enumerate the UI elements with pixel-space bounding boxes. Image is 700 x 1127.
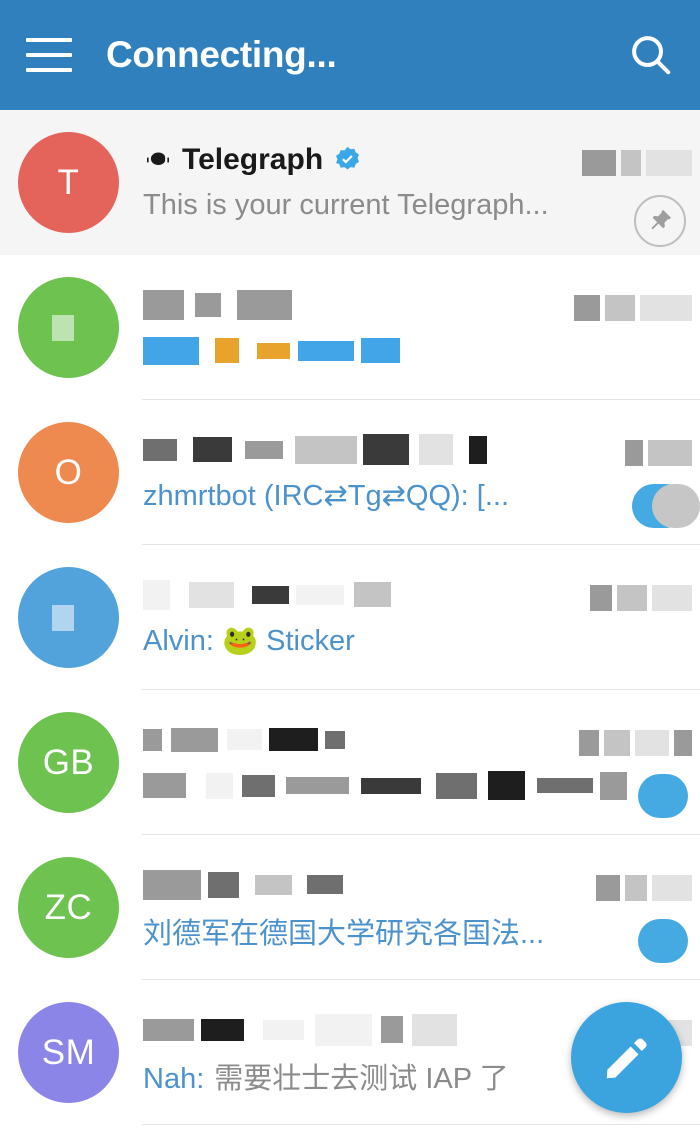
chat-list-item[interactable]: Alvin: 🐸 Sticker — [0, 545, 700, 690]
avatar[interactable] — [18, 567, 119, 668]
chat-list-item[interactable]: Ozhmrtbot (IRC⇄Tg⇄QQ): [... — [0, 400, 700, 545]
chat-preview-line — [143, 329, 686, 373]
row-divider — [142, 1124, 700, 1125]
avatar[interactable]: SM — [18, 1002, 119, 1103]
chat-preview-line: This is your current Telegraph... — [143, 184, 686, 228]
chat-item-body: 刘德军在德国大学研究各国法... — [143, 857, 700, 958]
avatar[interactable]: O — [18, 422, 119, 523]
chat-item-body — [143, 712, 700, 813]
chat-preview-line: Alvin: 🐸 Sticker — [143, 619, 686, 663]
chat-title-line: Telegraph — [143, 138, 686, 182]
channel-broadcast-icon — [143, 145, 173, 175]
avatar[interactable] — [18, 277, 119, 378]
chat-list-item[interactable]: T Telegraph This is your current Telegraph… — [0, 110, 700, 255]
chat-preview-text: Alvin: 🐸 Sticker — [143, 624, 355, 657]
page-title: Connecting... — [106, 34, 337, 75]
chat-item-body: zhmrtbot (IRC⇄Tg⇄QQ): [... — [143, 422, 700, 523]
chat-preview-message: 需要壮士去测试 IAP 了 — [214, 1062, 509, 1095]
search-icon[interactable] — [628, 32, 674, 78]
chat-preview-redacted — [143, 769, 634, 803]
chat-preview-text: 刘德军在德国大学研究各国法... — [143, 917, 545, 950]
chat-preview-sender: Nah: — [143, 1062, 205, 1095]
chat-title-redacted — [143, 578, 395, 612]
chat-preview-text: This is your current Telegraph... — [143, 189, 549, 221]
chat-list-item[interactable]: ZC 刘德军在德国大学研究各国法... — [0, 835, 700, 980]
chat-title-redacted — [143, 868, 349, 902]
chat-preview-line — [143, 764, 686, 808]
chat-preview-text: zhmrtbot (IRC⇄Tg⇄QQ): [... — [143, 480, 510, 512]
chat-list[interactable]: T Telegraph This is your current Telegraph… — [0, 110, 700, 1127]
chat-title: Telegraph — [182, 142, 324, 176]
chat-list-item[interactable] — [0, 255, 700, 400]
chat-title-redacted — [143, 433, 498, 467]
chat-title-redacted — [143, 723, 347, 757]
chat-preview-line: 刘德军在德国大学研究各国法... — [143, 909, 686, 953]
chat-title-line — [143, 863, 686, 907]
chat-preview-line: zhmrtbot (IRC⇄Tg⇄QQ): [... — [143, 474, 686, 518]
chat-item-body: Alvin: 🐸 Sticker — [143, 567, 700, 668]
chat-title-line — [143, 718, 686, 762]
hamburger-menu-icon[interactable] — [26, 38, 72, 72]
avatar[interactable]: ZC — [18, 857, 119, 958]
chat-preview-redacted — [143, 334, 406, 368]
chat-title-redacted — [143, 288, 299, 322]
verified-badge-icon — [333, 145, 362, 174]
pencil-compose-icon — [606, 1037, 647, 1078]
chat-item-body — [143, 277, 700, 378]
avatar[interactable]: T — [18, 132, 119, 233]
chat-title-line — [143, 573, 686, 617]
chat-title-line — [143, 283, 686, 327]
compose-fab-button[interactable] — [571, 1002, 682, 1113]
avatar[interactable]: GB — [18, 712, 119, 813]
app-bar: Connecting... — [0, 0, 700, 110]
chat-item-body: Telegraph This is your current Telegraph.… — [143, 132, 700, 233]
chat-title-line — [143, 428, 686, 472]
chat-title-redacted — [143, 1013, 471, 1047]
chat-list-item[interactable]: GB — [0, 690, 700, 835]
